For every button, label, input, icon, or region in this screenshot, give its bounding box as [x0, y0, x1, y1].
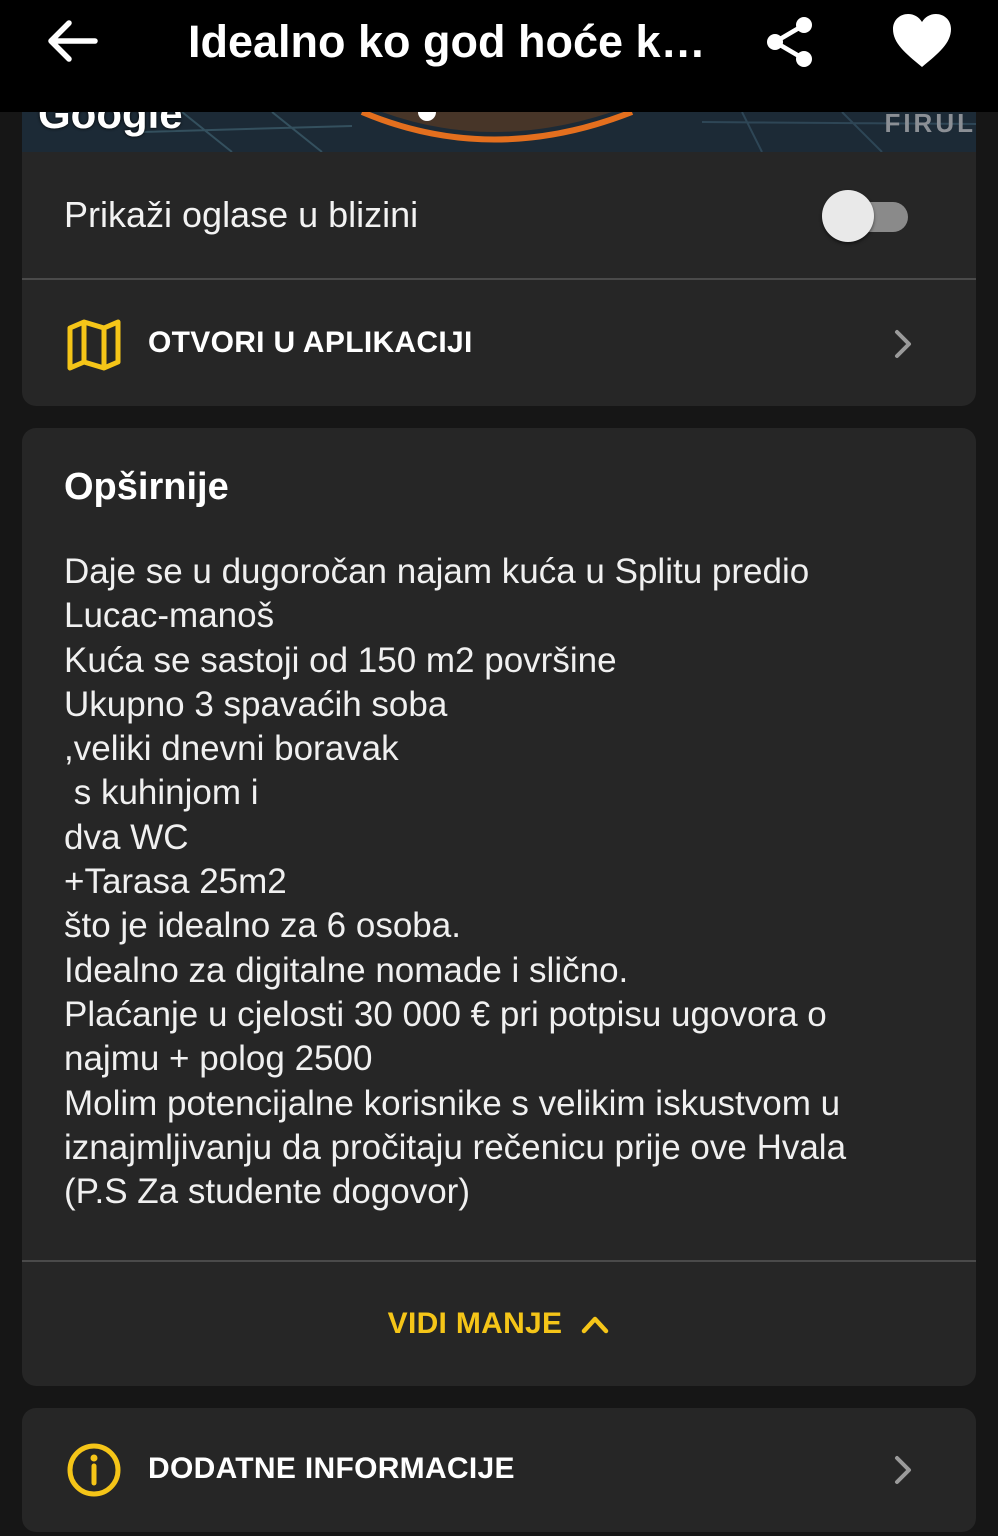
open-in-app-row[interactable]: OTVORI U APLIKACIJI — [22, 280, 976, 406]
back-button[interactable] — [40, 14, 104, 68]
heart-icon — [893, 14, 951, 67]
description-card: Opširnije Daje se u dugoročan najam kuća… — [22, 428, 976, 1386]
additional-info-card[interactable]: DODATNE INFORMACIJE — [22, 1408, 976, 1532]
description-text: Daje se u dugoročan najam kuća u Splitu … — [64, 552, 847, 1212]
map-preview[interactable]: Google FIRUL — [22, 112, 976, 152]
chevron-right-icon — [895, 330, 911, 358]
nearby-ads-label: Prikaži oglase u blizini — [64, 194, 419, 235]
additional-info-row[interactable]: DODATNE INFORMACIJE — [22, 1408, 976, 1532]
location-card: Google FIRUL Prikaži oglase u blizini OT… — [22, 112, 976, 406]
toggle-thumb — [822, 190, 874, 242]
map-brand: Google — [38, 112, 183, 137]
arrow-left-icon — [48, 20, 98, 62]
share-button[interactable] — [762, 14, 818, 70]
info-icon — [67, 1443, 121, 1497]
nearby-ads-toggle[interactable] — [822, 190, 908, 242]
favorite-button[interactable] — [888, 10, 956, 72]
map-place-label: FIRUL — [884, 112, 976, 138]
app-bar: Idealno ko god hoće ku... — [0, 0, 998, 112]
show-less-button[interactable]: VIDI MANJE — [22, 1262, 976, 1386]
chevron-right-icon — [895, 1456, 911, 1484]
open-in-app-label: OTVORI U APLIKACIJI — [148, 326, 473, 359]
share-icon — [767, 17, 812, 67]
description-title: Opširnije — [64, 466, 229, 508]
show-less-label: VIDI MANJE — [387, 1307, 563, 1340]
chevron-up-icon — [582, 1316, 609, 1334]
additional-info-label: DODATNE INFORMACIJE — [148, 1452, 515, 1485]
page-title: Idealno ko god hoće ku... — [188, 16, 718, 67]
map-icon — [67, 319, 121, 371]
nearby-ads-row[interactable]: Prikaži oglase u blizini — [22, 152, 976, 278]
